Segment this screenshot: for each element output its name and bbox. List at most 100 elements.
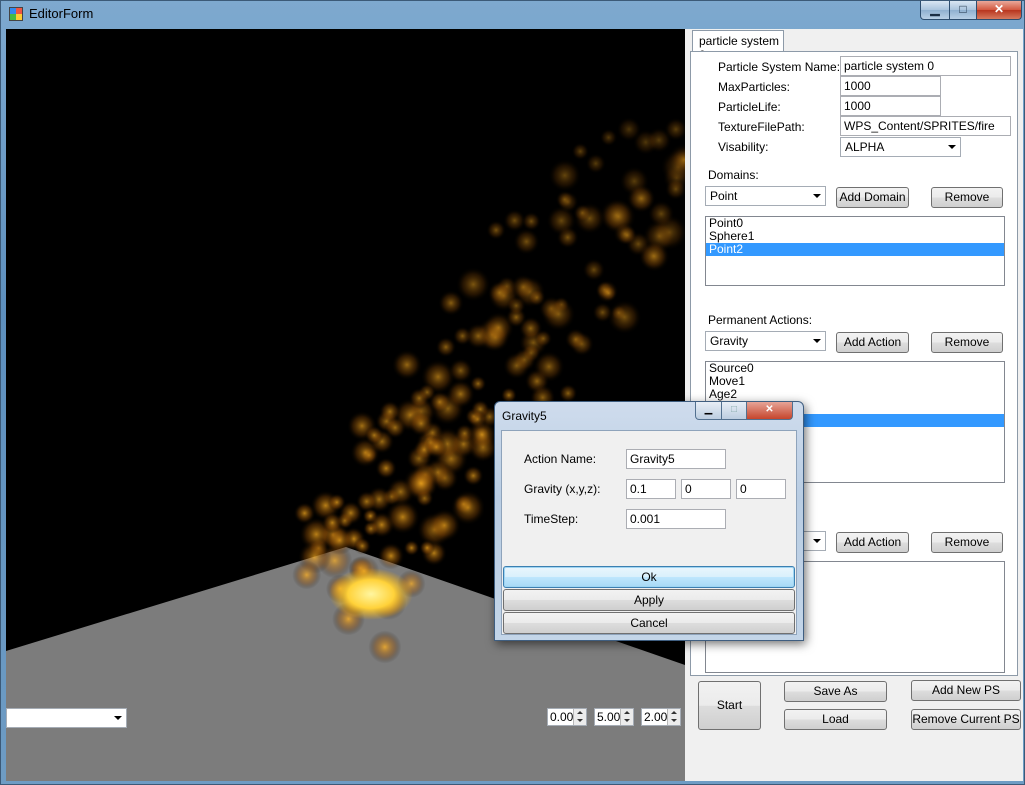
add-domain-button[interactable]: Add Domain [836, 187, 909, 208]
domains-label: Domains: [708, 168, 759, 182]
gravity-y-field[interactable]: 0 [681, 479, 731, 499]
spinner-arrows-icon[interactable] [620, 709, 633, 725]
chevron-down-icon [813, 194, 821, 198]
gravity-label: Gravity (x,y,z): [524, 482, 601, 496]
remove-action-button-2[interactable]: Remove [931, 532, 1003, 553]
max-particles-field[interactable]: 1000 [840, 76, 941, 96]
domain-type-combo[interactable]: Point [705, 186, 826, 206]
particle [455, 267, 491, 302]
spinner-arrows-icon[interactable] [667, 709, 680, 725]
camera-y-spinner[interactable]: 5.00 [594, 708, 634, 726]
camera-z-spinner[interactable]: 2.00 [641, 708, 681, 726]
apply-button[interactable]: Apply [503, 589, 795, 611]
visibility-label: Visability: [718, 140, 769, 154]
particle [571, 142, 590, 161]
remove-action-button[interactable]: Remove [931, 332, 1003, 353]
particle [402, 465, 439, 502]
particle [502, 352, 531, 380]
particle [448, 358, 474, 383]
save-as-button[interactable]: Save As [784, 681, 887, 702]
dialog-maximize-button[interactable]: □ [721, 402, 747, 420]
minimize-button[interactable]: ▁ [920, 1, 950, 20]
action-type-combo[interactable]: Gravity [705, 331, 826, 351]
gravity-x-field[interactable]: 0.1 [626, 479, 676, 499]
list-item[interactable]: Sphere1 [706, 230, 1004, 243]
viewport-combo[interactable] [6, 708, 127, 728]
gravity-z-field[interactable]: 0 [736, 479, 786, 499]
dialog-body: Action Name: Gravity5 Gravity (x,y,z): 0… [501, 430, 797, 635]
fire-core [329, 568, 413, 620]
particle [419, 539, 436, 556]
timestep-field[interactable]: 0.001 [626, 509, 726, 529]
remove-current-ps-button[interactable]: Remove Current PS [911, 709, 1021, 730]
particle [647, 200, 675, 228]
particle [607, 299, 642, 335]
particle [462, 465, 484, 487]
list-item[interactable]: Move1 [706, 375, 1004, 388]
action-name-field[interactable]: Gravity5 [626, 449, 726, 469]
dialog-minimize-button[interactable]: ▁ [695, 402, 722, 420]
minimize-icon: ▁ [930, 2, 940, 16]
list-item[interactable]: Source0 [706, 362, 1004, 375]
visibility-value: ALPHA [845, 140, 885, 154]
ps-name-label: Particle System Name: [718, 60, 841, 74]
action-name-label: Action Name: [524, 452, 597, 466]
particle [558, 383, 578, 403]
add-action-button[interactable]: Add Action [836, 332, 909, 353]
camera-x-spinner[interactable]: 0.00 [547, 708, 587, 726]
domains-list[interactable]: Point0 Sphere1 Point2 [705, 216, 1005, 286]
spinner-arrows-icon[interactable] [573, 709, 586, 725]
particle [364, 425, 384, 445]
camera-x-value: 0.00 [550, 710, 574, 724]
particle-life-field[interactable]: 1000 [840, 96, 941, 116]
dialog-title: Gravity5 [502, 409, 547, 423]
particle [408, 410, 434, 437]
particle [487, 280, 512, 305]
add-action-button-2[interactable]: Add Action [836, 532, 909, 553]
particle [292, 560, 322, 590]
chevron-down-icon [813, 539, 821, 543]
particle [600, 285, 617, 302]
particle [585, 153, 606, 174]
camera-y-value: 5.00 [597, 710, 621, 724]
gravity-dialog: Gravity5 ▁ □ ✕ Action Name: Gravity5 Gra… [494, 401, 804, 641]
chevron-down-icon [114, 716, 122, 720]
load-button[interactable]: Load [784, 709, 887, 730]
particle [599, 128, 618, 147]
domain-type-value: Point [710, 189, 738, 203]
texture-path-field[interactable]: WPS_Content/SPRITES/fire [840, 116, 1011, 136]
particle [573, 203, 592, 223]
list-item[interactable]: Age2 [706, 388, 1004, 401]
close-button[interactable]: ✕ [976, 1, 1022, 20]
title-bar: EditorForm ▁ □ ✕ [1, 1, 1024, 27]
editor-window: EditorForm ▁ □ ✕ 0.00 5.00 2.00 particle… [0, 0, 1025, 785]
ps-name-field[interactable]: particle system 0 [840, 56, 1011, 76]
chevron-down-icon [813, 339, 821, 343]
particle [616, 116, 642, 142]
particle [513, 228, 540, 255]
window-title: EditorForm [29, 6, 94, 21]
list-item-selected[interactable]: Point2 [706, 243, 1004, 256]
particle [527, 288, 546, 307]
particle-life-label: ParticleLife: [718, 100, 781, 114]
start-button[interactable]: Start [698, 681, 761, 730]
add-new-ps-button[interactable]: Add New PS [911, 680, 1021, 701]
maximize-button[interactable]: □ [949, 1, 977, 20]
particle [385, 499, 421, 535]
particle [428, 390, 451, 414]
dialog-close-button[interactable]: ✕ [746, 402, 793, 420]
minimize-icon: ▁ [704, 404, 713, 415]
app-icon [9, 7, 23, 21]
particle [391, 349, 423, 381]
particle [482, 311, 515, 344]
cancel-button[interactable]: Cancel [503, 612, 795, 634]
particle [617, 225, 638, 246]
particle [506, 296, 526, 316]
particle [541, 296, 576, 332]
remove-domain-button[interactable]: Remove [931, 187, 1003, 208]
particle [403, 539, 420, 556]
ok-button[interactable]: Ok [503, 566, 795, 588]
particle [555, 190, 574, 209]
visibility-combo[interactable]: ALPHA [840, 137, 961, 157]
tab-particle-system-0[interactable]: particle system 0 [692, 30, 784, 62]
